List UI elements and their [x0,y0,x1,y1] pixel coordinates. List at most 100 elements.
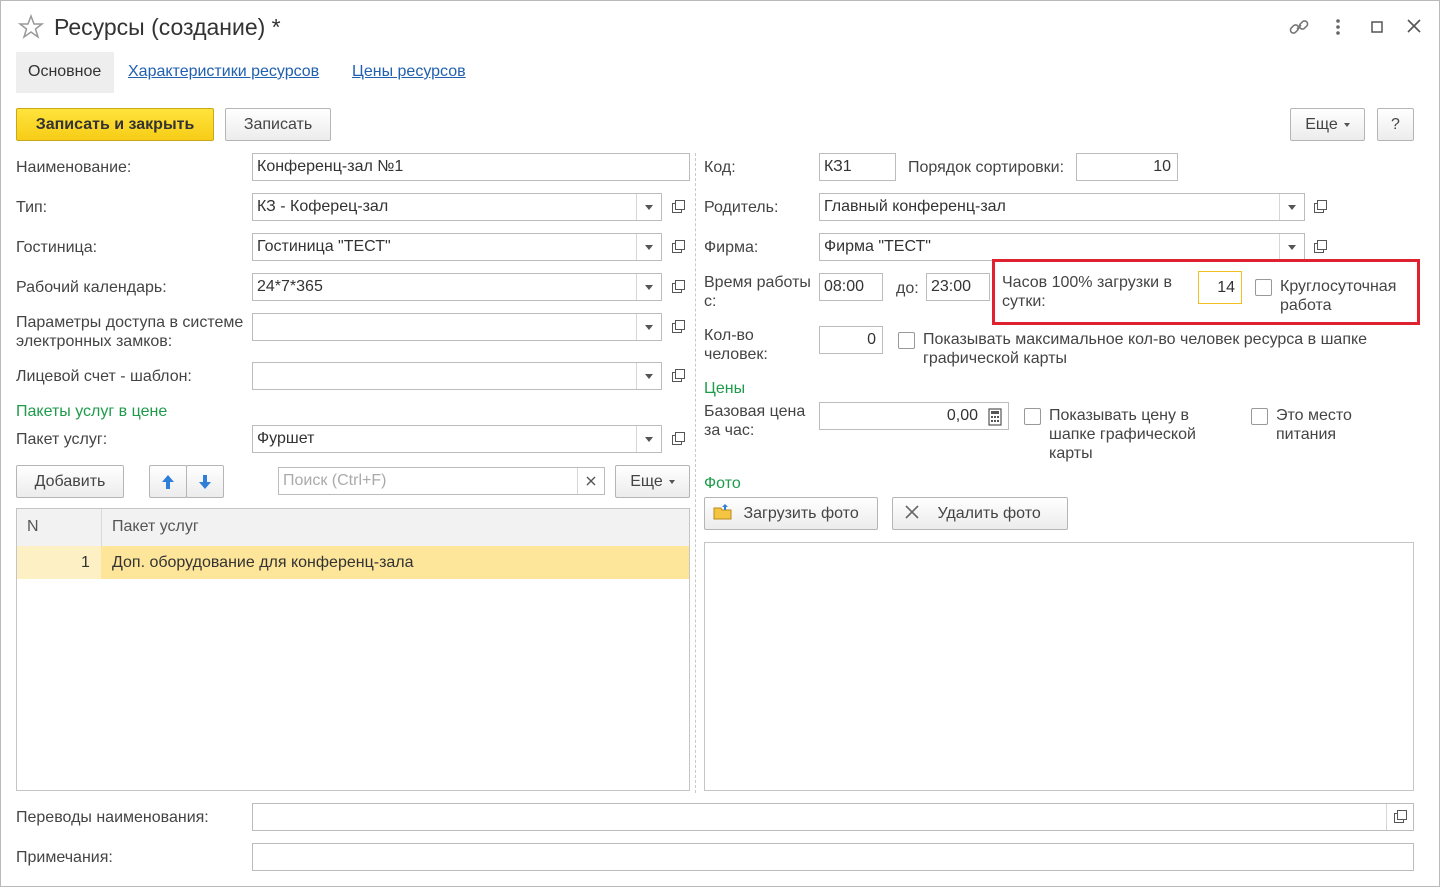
folder-open-icon [713,504,732,520]
hotel-value: Гостиница "ТЕСТ" [257,238,391,255]
name-label: Наименование: [16,159,132,176]
window-title: Ресурсы (создание) * [54,14,281,40]
translations-field[interactable] [252,803,1414,831]
account-label: Лицевой счет - шаблон: [16,368,192,385]
show-max-label: Показывать максимальное кол-во человек р… [923,331,1368,367]
firm-label: Фирма: [704,239,759,256]
more-vertical-icon[interactable] [1330,16,1346,38]
hours-field[interactable]: 14 [1198,271,1242,304]
chevron-down-icon [1343,122,1350,127]
show-price-label: Показывать цену в шапке графической карт… [1049,407,1196,462]
food-place-checkbox[interactable] [1251,408,1268,425]
type-value: КЗ - Коферец-зал [257,198,389,215]
tab-prices[interactable]: Цены ресурсов [352,63,466,81]
package-field[interactable]: Фуршет [252,425,662,453]
firm-value: Фирма "ТЕСТ" [824,238,931,255]
arrow-down-icon [199,475,211,489]
persons-label: Кол-во человек: [704,327,768,363]
worktime-from-field[interactable]: 08:00 [819,273,883,301]
sort-field[interactable]: 10 [1076,153,1178,181]
column-header-n[interactable]: N [27,518,39,536]
notes-field[interactable] [252,843,1414,871]
type-label: Тип: [16,199,48,216]
account-field[interactable] [252,362,662,390]
translations-open-icon[interactable] [1386,804,1413,830]
load-photo-button[interactable]: Загрузить фото [704,497,878,530]
calendar-value: 24*7*365 [257,278,323,295]
photo-area[interactable] [704,542,1414,791]
save-and-close-button[interactable]: Записать и закрыть [16,108,214,141]
close-icon [905,505,919,519]
load-photo-label: Загрузить фото [743,505,859,522]
close-icon[interactable] [1404,16,1424,36]
help-button[interactable]: ? [1377,108,1414,141]
to-label: до: [896,280,919,297]
code-field[interactable]: КЗ1 [819,153,896,181]
hotel-field[interactable]: Гостиница "ТЕСТ" [252,233,662,261]
save-button[interactable]: Записать [225,108,331,141]
package-open-icon[interactable] [665,425,689,453]
hours-label: Часов 100% загрузки в сутки: [1002,274,1172,310]
row-n: 1 [81,554,90,571]
roundclock-label: Круглосуточная работа [1280,278,1397,314]
photo-section-title: Фото [704,475,741,492]
favorite-star-icon[interactable] [17,13,45,40]
list-more-button[interactable]: Еще [615,465,690,498]
add-button[interactable]: Добавить [16,465,124,498]
type-field[interactable]: КЗ - Коферец-зал [252,193,662,221]
column-divider [101,509,102,546]
account-dropdown-button[interactable] [636,363,661,389]
maximize-icon[interactable] [1368,18,1386,36]
access-label: Параметры доступа в системе электронных … [16,314,244,350]
column-splitter[interactable] [695,153,696,793]
column-header-package[interactable]: Пакет услуг [112,518,199,536]
package-label: Пакет услуг: [16,431,108,448]
persons-field[interactable]: 0 [819,326,883,354]
hotel-open-icon[interactable] [665,233,689,261]
show-max-checkbox[interactable] [898,332,915,349]
search-placeholder: Поиск (Ctrl+F) [283,472,387,489]
move-up-button[interactable] [149,465,187,498]
worktime-label: Время работы с: [704,274,811,310]
base-price-field[interactable]: 0,00 [819,402,1009,430]
delete-photo-button[interactable]: Удалить фото [892,497,1068,530]
name-field[interactable]: Конференц-зал №1 [252,153,690,181]
show-price-checkbox[interactable] [1024,408,1041,425]
packages-section-title: Пакеты услуг в цене [16,403,168,420]
calendar-dropdown-button[interactable] [636,274,661,300]
type-open-icon[interactable] [665,193,689,221]
translations-label: Переводы наименования: [16,809,209,826]
parent-label: Родитель: [704,199,779,216]
access-dropdown-button[interactable] [636,314,661,340]
account-open-icon[interactable] [665,362,689,390]
parent-dropdown-button[interactable] [1279,194,1304,220]
hotel-dropdown-button[interactable] [636,234,661,260]
firm-field[interactable]: Фирма "ТЕСТ" [819,233,1305,261]
move-down-button[interactable] [186,465,224,498]
roundclock-checkbox[interactable] [1255,279,1272,296]
firm-dropdown-button[interactable] [1279,234,1304,260]
type-dropdown-button[interactable] [636,194,661,220]
tab-main[interactable]: Основное [16,52,114,93]
more-button[interactable]: Еще [1290,108,1365,141]
notes-label: Примечания: [16,849,113,866]
calculator-icon[interactable] [984,406,1006,428]
firm-open-icon[interactable] [1307,233,1331,261]
worktime-to-field[interactable]: 23:00 [926,273,990,301]
package-dropdown-button[interactable] [636,426,661,452]
search-input[interactable]: Поиск (Ctrl+F) [278,467,605,495]
link-icon[interactable] [1288,16,1310,38]
base-price-value: 0,00 [946,407,978,424]
clear-search-icon[interactable] [577,468,604,494]
list-more-label: Еще [630,473,663,490]
parent-value: Главный конференц-зал [824,198,1006,215]
calendar-open-icon[interactable] [665,273,689,301]
table-row[interactable]: 1 Доп. оборудование для конференц-зала [17,546,689,579]
parent-field[interactable]: Главный конференц-зал [819,193,1305,221]
calendar-field[interactable]: 24*7*365 [252,273,662,301]
access-field[interactable] [252,313,662,341]
food-place-label: Это место питания [1276,407,1352,443]
parent-open-icon[interactable] [1307,193,1331,221]
access-open-icon[interactable] [665,313,689,341]
tab-characteristics[interactable]: Характеристики ресурсов [128,63,319,81]
